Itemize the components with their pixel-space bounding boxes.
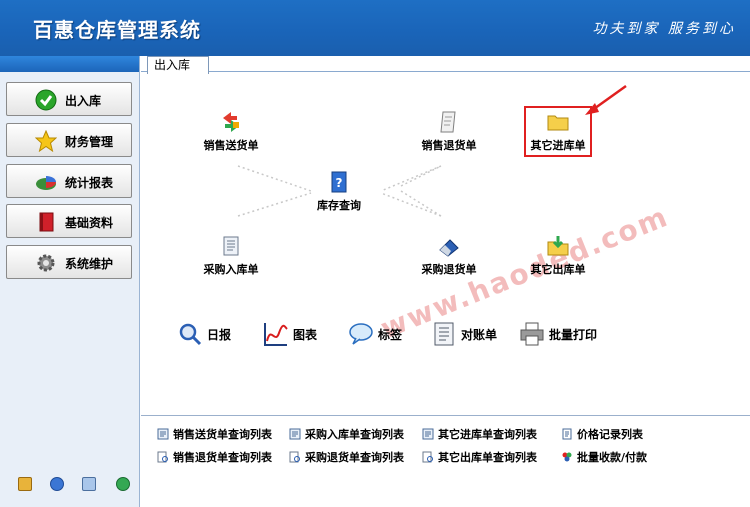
search-doc-icon xyxy=(157,451,168,463)
link-label: 其它进库单查询列表 xyxy=(438,428,537,441)
form-icon xyxy=(434,322,454,346)
svg-text:?: ? xyxy=(336,176,343,190)
tool-label: 批量打印 xyxy=(549,327,598,342)
flow-label: 销售送货单 xyxy=(203,139,259,152)
color-dots-icon xyxy=(562,452,572,462)
flow-sales-return[interactable]: 销售退货单 xyxy=(414,110,484,153)
list-icon xyxy=(422,428,434,440)
link-batch-payment[interactable]: 批量收款/付款 xyxy=(561,449,647,465)
link-label: 销售退货单查询列表 xyxy=(173,451,272,464)
sidebar-footer-icons xyxy=(0,477,140,493)
gear-icon xyxy=(37,254,55,272)
link-purchase-in-list[interactable]: 采购入库单查询列表 xyxy=(289,426,404,442)
link-purchase-return-list[interactable]: 采购退货单查询列表 xyxy=(289,449,404,465)
sidebar-item-label: 基础资料 xyxy=(65,216,114,230)
link-sales-return-list[interactable]: 销售退货单查询列表 xyxy=(157,449,272,465)
tool-label[interactable]: 标签 xyxy=(348,320,402,348)
tool-label: 对账单 xyxy=(461,327,498,342)
link-sales-out-list[interactable]: 销售送货单查询列表 xyxy=(157,426,272,442)
folder-out-icon xyxy=(547,236,569,256)
clock-icon[interactable] xyxy=(50,477,64,491)
sidebar-item-label: 统计报表 xyxy=(65,176,114,190)
link-label: 其它出库单查询列表 xyxy=(438,451,537,464)
search-doc-icon xyxy=(422,451,433,463)
pie-chart-icon xyxy=(36,176,56,190)
printer-icon xyxy=(520,322,544,346)
recycle-icon xyxy=(223,112,239,132)
link-label: 批量收款/付款 xyxy=(577,451,648,464)
link-price-record-list[interactable]: 价格记录列表 xyxy=(561,426,643,442)
sidebar-item-system[interactable]: 系统维护 xyxy=(6,245,132,279)
link-label: 采购入库单查询列表 xyxy=(305,428,404,441)
tool-chart[interactable]: 图表 xyxy=(263,320,317,348)
tool-daily-report[interactable]: 日报 xyxy=(177,320,231,348)
tool-label: 图表 xyxy=(293,327,318,342)
price-doc-icon xyxy=(562,428,572,440)
sidebar-item-basics[interactable]: 基础资料 xyxy=(6,204,132,238)
app-slogan: 功夫到家 服务到心 xyxy=(592,21,736,37)
book-icon xyxy=(39,212,54,232)
window-icon[interactable] xyxy=(82,477,96,491)
link-other-out-list[interactable]: 其它出库单查询列表 xyxy=(422,449,537,465)
flow-label: 销售退货单 xyxy=(421,139,477,152)
flow-label: 其它出库单 xyxy=(530,263,586,276)
eraser-icon xyxy=(439,239,459,257)
tool-label: 日报 xyxy=(207,327,232,342)
app-header: 百惠仓库管理系统 功夫到家 服务到心 xyxy=(0,0,750,56)
line-chart-icon xyxy=(264,323,288,346)
sidebar-item-label: 系统维护 xyxy=(65,257,114,271)
list-icon xyxy=(289,428,301,440)
flow-label: 采购退货单 xyxy=(421,263,477,276)
link-label: 销售送货单查询列表 xyxy=(173,428,272,441)
flow-label: 采购入库单 xyxy=(203,263,259,276)
sidebar-topbar xyxy=(0,56,139,72)
link-other-in-list[interactable]: 其它进库单查询列表 xyxy=(422,426,537,442)
sidebar-item-finance[interactable]: 财务管理 xyxy=(6,123,132,157)
scroll-icon xyxy=(440,111,456,133)
tool-batch-print[interactable]: 批量打印 xyxy=(519,320,597,348)
sidebar: 出入库 财务管理 统计报表 基础资料 系统维护 xyxy=(0,56,140,507)
quick-links-panel: 销售送货单查询列表 采购入库单查询列表 其它进库单查询列表 价格记录列表 销售退… xyxy=(141,415,750,507)
flow-purchase-in[interactable]: 采购入库单 xyxy=(196,234,266,277)
help-book-icon: ? xyxy=(331,171,347,193)
link-label: 采购退货单查询列表 xyxy=(305,451,404,464)
link-label: 价格记录列表 xyxy=(577,428,643,441)
tool-statement[interactable]: 对账单 xyxy=(431,320,497,348)
main-panel: 出入库 www.haoded.com 销售送货单 销售退货单 其它进库单 ? 库… xyxy=(141,56,750,507)
sidebar-item-reports[interactable]: 统计报表 xyxy=(6,164,132,198)
search-doc-icon xyxy=(289,451,300,463)
flow-connectors xyxy=(237,165,442,217)
red-arrow-icon xyxy=(585,84,627,115)
sidebar-item-label: 出入库 xyxy=(65,94,102,108)
document-icon xyxy=(223,236,239,256)
star-icon xyxy=(35,130,57,152)
check-circle-icon xyxy=(35,89,57,111)
folder-icon[interactable] xyxy=(18,477,32,491)
flow-sales-out[interactable]: 销售送货单 xyxy=(196,110,266,153)
flow-label: 库存查询 xyxy=(317,199,361,212)
flow-purchase-return[interactable]: 采购退货单 xyxy=(414,234,484,277)
tool-label-text: 标签 xyxy=(378,327,403,342)
speech-bubble-icon xyxy=(349,323,373,345)
flow-other-out[interactable]: 其它出库单 xyxy=(523,234,593,277)
back-icon[interactable] xyxy=(116,477,130,491)
magnifier-icon xyxy=(179,323,202,346)
sidebar-item-inout[interactable]: 出入库 xyxy=(6,82,132,116)
flow-stock-query[interactable]: ? 库存查询 xyxy=(306,170,372,213)
list-icon xyxy=(157,428,169,440)
app-title: 百惠仓库管理系统 xyxy=(33,18,201,42)
sidebar-item-label: 财务管理 xyxy=(65,135,114,149)
